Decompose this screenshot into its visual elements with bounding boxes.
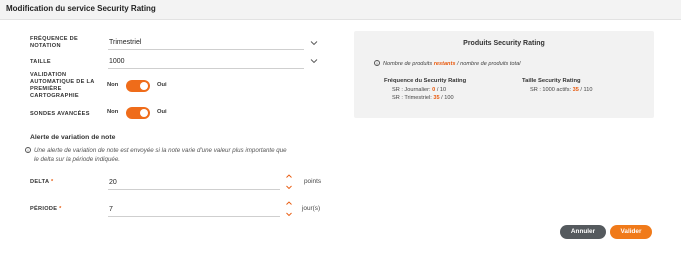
period-label: PÉRIODE * [30,206,62,213]
stat-label: SR : Trimestriel: [392,95,432,101]
alert-info-text: i Une alerte de variation de note est env… [25,146,287,155]
dialog-header: Modification du service Security Rating [0,0,681,20]
frequency-value: Trimestriel [109,39,142,46]
period-unit: jour(s) [302,205,321,212]
chevron-down-icon[interactable] [310,40,318,46]
stat-total: / 100 [441,95,454,101]
frequency-stats-title: Fréquence du Security Rating [384,78,467,84]
auto-validation-label-line1: VALIDATION [30,72,67,78]
stat-total: / 10 [436,87,447,93]
panel-info-text: i Nombre de produits restants / nombre de… [374,60,520,67]
delta-input[interactable]: 20 [108,176,280,190]
auto-validation-on-label: Oui [157,82,167,88]
period-label-text: PÉRIODE [30,206,58,212]
panel-info-highlight: restants [433,61,456,67]
frequency-label-line2: NOTATION [30,43,61,49]
alert-section-title: Alerte de variation de note [30,134,116,141]
toggle-knob [140,109,148,117]
size-stat: SR : 1000 actifs: 35 / 110 [530,87,592,93]
stat-total: / 110 [580,87,593,93]
stat-remaining: 0 [432,87,436,93]
frequency-select[interactable]: Trimestriel [108,38,304,50]
auto-validation-off-label: Non [107,82,119,88]
dialog-title: Modification du service Security Rating [6,4,156,13]
delta-stepper[interactable] [285,173,293,191]
delta-unit: points [304,178,322,185]
info-icon: i [374,60,380,66]
security-rating-panel: Produits Security Rating i Nombre de prod… [354,31,654,118]
advanced-probes-on-label: Oui [157,109,167,115]
auto-validation-label-line3: PREMIÈRE [30,86,62,92]
stat-label: SR : 1000 actifs: [530,87,572,93]
size-select[interactable]: 1000 [108,57,304,69]
submit-button[interactable]: Valider [610,225,652,239]
advanced-probes-label: SONDES AVANCÉES [30,111,90,117]
alert-info-line2: le delta sur la période indiquée. [34,156,120,163]
panel-title: Produits Security Rating [463,40,545,47]
stat-remaining: 35 [433,95,440,101]
stat-label: SR : Journalier: [392,87,431,93]
panel-info-prefix: Nombre de produits [383,61,434,67]
advanced-probes-toggle[interactable] [126,107,150,119]
auto-validation-toggle[interactable] [126,80,150,92]
cancel-button[interactable]: Annuler [560,225,606,239]
info-icon: i [25,147,31,153]
delta-label: DELTA * [30,179,53,186]
delta-value: 20 [109,179,117,186]
auto-validation-label-line2: AUTOMATIQUE DE LA [30,79,95,85]
alert-info-line1: Une alerte de variation de note est envo… [34,147,287,154]
frequency-daily-stat: SR : Journalier: 0 / 10 [392,87,446,93]
required-mark: * [50,179,54,185]
frequency-label-line1: FRÉQUENCE DE [30,36,79,42]
auto-validation-label: VALIDATION AUTOMATIQUE DE LA PREMIÈRE CA… [30,72,95,100]
delta-label-text: DELTA [30,179,50,185]
size-stats-title: Taille Security Rating [522,78,581,84]
period-stepper[interactable] [285,200,293,218]
size-label: TAILLE [30,59,51,65]
panel-info-suffix: / nombre de produits total [455,61,521,67]
size-value: 1000 [109,58,125,65]
chevron-down-icon[interactable] [310,58,318,64]
required-mark: * [59,206,62,212]
advanced-probes-off-label: Non [107,109,119,115]
period-value: 7 [109,206,113,213]
frequency-label: FRÉQUENCE DE NOTATION [30,36,78,50]
stat-remaining: 35 [572,87,579,93]
period-input[interactable]: 7 [108,203,280,217]
frequency-quarterly-stat: SR : Trimestriel: 35 / 100 [392,95,454,101]
toggle-knob [140,82,148,90]
auto-validation-label-line4: CARTOGRAPHIE [30,93,79,99]
